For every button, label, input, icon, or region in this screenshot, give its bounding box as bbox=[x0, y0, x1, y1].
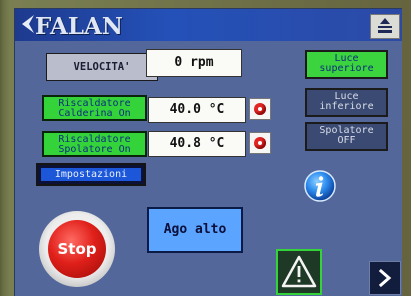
hmi-panel: FALAN VELOCITA' 0 rpm Riscaldatore Calde… bbox=[14, 8, 402, 296]
machine-menu-icon bbox=[378, 18, 392, 33]
stop-label: Stop bbox=[48, 220, 106, 278]
chevron-right-icon bbox=[378, 268, 392, 288]
heater-calderina-line2: Calderina On bbox=[58, 108, 131, 119]
luce-inferiore-line2: inferiore bbox=[319, 101, 374, 112]
calderina-temperature[interactable]: 40.0 °C bbox=[148, 97, 246, 123]
info-icon[interactable] bbox=[303, 169, 337, 203]
warning-button[interactable] bbox=[276, 249, 322, 295]
luce-superiore-line2: superiore bbox=[319, 63, 374, 74]
ago-alto-button[interactable]: Ago alto bbox=[147, 207, 243, 253]
luce-superiore-button[interactable]: Luce superiore bbox=[305, 50, 388, 79]
velocita-label: VELOCITA' bbox=[46, 53, 158, 81]
spolatore-temperature[interactable]: 40.8 °C bbox=[148, 131, 246, 157]
impostazioni-button[interactable]: Impostazioni bbox=[36, 163, 146, 186]
next-page-button[interactable] bbox=[369, 261, 401, 295]
header-bar: FALAN bbox=[15, 9, 402, 41]
heater-spolatore-line2: Spolatore On bbox=[58, 144, 131, 155]
brand-logo: FALAN bbox=[35, 13, 123, 40]
ago-alto-label: Ago alto bbox=[163, 222, 227, 237]
warning-icon bbox=[281, 255, 317, 288]
heater-spolatore-button[interactable]: Riscaldatore Spolatore On bbox=[42, 131, 147, 157]
chevron-logo-icon bbox=[22, 15, 34, 33]
red-indicator-icon bbox=[254, 103, 266, 115]
hmi-screen: FALAN VELOCITA' 0 rpm Riscaldatore Calde… bbox=[0, 0, 411, 296]
velocita-value[interactable]: 0 rpm bbox=[146, 49, 242, 77]
spolatore-off-button[interactable]: Spolatore OFF bbox=[305, 122, 388, 151]
machine-menu-button[interactable] bbox=[370, 14, 400, 39]
stop-button[interactable]: Stop bbox=[39, 211, 115, 287]
red-indicator-icon bbox=[254, 137, 266, 149]
heater-calderina-button[interactable]: Riscaldatore Calderina On bbox=[42, 95, 147, 121]
luce-inferiore-button[interactable]: Luce inferiore bbox=[305, 88, 388, 117]
calderina-indicator bbox=[249, 98, 271, 120]
spolatore-indicator bbox=[249, 132, 271, 154]
spolatore-off-line2: OFF bbox=[337, 135, 356, 146]
impostazioni-label: Impostazioni bbox=[41, 168, 141, 181]
